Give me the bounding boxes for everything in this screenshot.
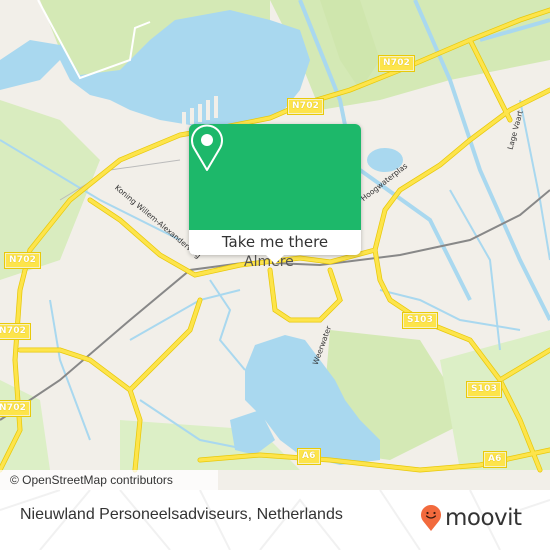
road-label-a6: A6 <box>297 448 321 465</box>
road-label-n702: N702 <box>286 98 325 115</box>
road-label-n702: N702 <box>3 252 42 269</box>
map-attribution[interactable]: © OpenStreetMap contributors <box>0 470 218 490</box>
road-label-n702: N702 <box>0 400 32 417</box>
moovit-logo[interactable]: moovit <box>420 504 522 532</box>
place-name: Nieuwland Personeelsadviseurs, Netherlan… <box>20 506 343 523</box>
popup-pointer <box>265 254 285 264</box>
road-label-n702: N702 <box>377 55 416 72</box>
moovit-wordmark: moovit <box>445 505 522 531</box>
footer-bar: Nieuwland Personeelsadviseurs, Netherlan… <box>0 490 550 550</box>
map-view[interactable]: N702 N702 N702 N702 N702 S103 S103 A6 A6… <box>0 0 550 490</box>
moovit-face-icon <box>421 505 441 531</box>
road-label-n702: N702 <box>0 323 32 340</box>
take-me-there-button[interactable]: Take me there <box>189 230 361 255</box>
map-pin-icon <box>191 124 223 171</box>
location-popup[interactable]: Take me there <box>189 124 361 264</box>
road-label-s103: S103 <box>465 381 503 398</box>
road-label-s103: S103 <box>401 312 439 329</box>
road-label-a6: A6 <box>483 451 507 468</box>
popup-header[interactable] <box>189 124 361 230</box>
